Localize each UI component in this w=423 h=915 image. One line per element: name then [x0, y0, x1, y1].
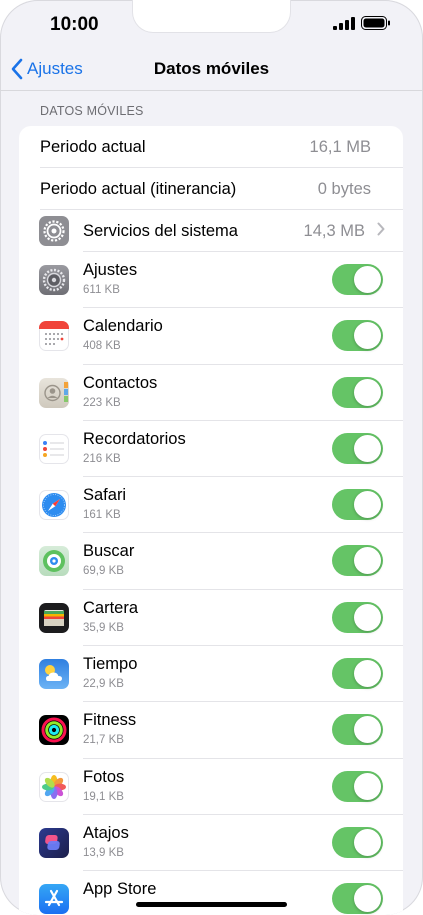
app-row-fitness: Fitness 21,7 KB: [19, 702, 403, 759]
app-name: Ajustes: [83, 261, 138, 279]
cellular-toggle-fotos[interactable]: [332, 770, 383, 802]
app-row-safari: Safari 161 KB: [19, 477, 403, 534]
app-name: Contactos: [83, 373, 158, 392]
roaming-period-row: Periodo actual (itinerancia) 0 bytes: [19, 168, 403, 210]
current-period-row: Periodo actual 16,1 MB: [19, 126, 403, 168]
app-data-size: 216 KB: [83, 452, 121, 465]
calendar-icon: [39, 321, 69, 352]
weather-icon: [39, 659, 69, 690]
safari-icon: [39, 490, 69, 521]
app-name: Tiempo: [83, 655, 138, 674]
system-services-value: 14,3 MB: [303, 222, 365, 240]
toggle-knob: [354, 716, 381, 744]
app-data-size: 408 KB: [83, 340, 121, 353]
roaming-period-label: Periodo actual (itinerancia): [40, 180, 237, 198]
toggle-knob: [354, 603, 381, 631]
chevron-right-icon: [377, 222, 385, 236]
app-name: Safari: [83, 486, 127, 505]
app-data-size: 611 KB: [83, 284, 120, 296]
app-row-app-store: App Store: [19, 871, 403, 915]
reminders-icon: [39, 433, 69, 464]
roaming-period-value: 0 bytes: [317, 180, 371, 198]
notch: [133, 0, 290, 32]
system-services-row[interactable]: Servicios del sistema 14,3 MB: [19, 210, 403, 252]
battery-icon: [361, 16, 391, 30]
app-data-size: 22,9 KB: [83, 678, 124, 691]
toggle-knob: [354, 547, 381, 575]
contacts-icon: [39, 377, 69, 408]
toggle-knob: [354, 828, 381, 856]
cellular-toggle-ajustes[interactable]: [332, 264, 383, 295]
app-row-cartera: Cartera 35,9 KB: [19, 590, 403, 647]
section-header: DATOS MÓVILES: [40, 104, 144, 118]
photos-icon: [39, 771, 69, 802]
system-services-label: Servicios del sistema: [83, 222, 238, 240]
shortcuts-icon: [39, 827, 69, 858]
home-indicator[interactable]: [136, 902, 287, 907]
settings-icon: [39, 265, 69, 295]
toggle-knob: [354, 772, 381, 800]
app-name: Atajos: [83, 823, 129, 842]
toggle-knob: [354, 378, 381, 406]
find-my-icon: [39, 546, 69, 577]
cellular-toggle-safari[interactable]: [332, 489, 383, 521]
app-row-recordatorios: Recordatorios 216 KB: [19, 421, 403, 478]
status-bar: 10:00: [0, 0, 423, 50]
app-data-size: 223 KB: [83, 396, 121, 409]
app-name: App Store: [83, 880, 157, 899]
app-row-calendario: Calendario 408 KB: [19, 308, 403, 365]
toggle-knob: [354, 266, 381, 293]
wallet-icon: [39, 602, 69, 633]
cellular-toggle-tiempo[interactable]: [332, 658, 383, 690]
app-name: Cartera: [83, 598, 139, 617]
toggle-knob: [354, 434, 381, 462]
cellular-toggle-recordatorios[interactable]: [332, 432, 383, 464]
cellular-toggle-calendario[interactable]: [332, 320, 383, 352]
cellular-toggle-app-store[interactable]: [332, 883, 383, 915]
status-icons: [333, 16, 391, 30]
app-data-size: 21,7 KB: [83, 734, 124, 747]
app-data-size: 35,9 KB: [83, 621, 124, 634]
cellular-toggle-contactos[interactable]: [332, 376, 383, 408]
current-period-value: 16,1 MB: [309, 138, 371, 156]
app-name: Buscar: [83, 542, 135, 561]
toggle-knob: [354, 322, 381, 350]
app-row-buscar: Buscar 69,9 KB: [19, 533, 403, 590]
app-row-fotos: Fotos 19,1 KB: [19, 759, 403, 815]
cellular-toggle-atajos[interactable]: [332, 826, 383, 858]
navigation-bar: Ajustes Datos móviles: [0, 48, 423, 91]
cellular-toggle-cartera[interactable]: [332, 601, 383, 633]
status-time: 10:00: [50, 14, 99, 35]
toggle-knob: [354, 491, 381, 519]
app-name: Fotos: [83, 767, 125, 786]
toggle-knob: [354, 660, 381, 688]
app-data-size: 13,9 KB: [83, 846, 124, 859]
cellular-data-list: Periodo actual 16,1 MB Periodo actual (i…: [19, 126, 403, 915]
current-period-label: Periodo actual: [40, 138, 146, 156]
cellular-toggle-fitness[interactable]: [332, 714, 383, 746]
app-data-size: 161 KB: [83, 509, 121, 522]
signal-icon: [333, 16, 355, 30]
cellular-toggle-buscar[interactable]: [332, 545, 383, 577]
fitness-icon: [39, 715, 69, 746]
app-name: Calendario: [83, 317, 163, 336]
app-data-size: 19,1 KB: [83, 790, 124, 803]
app-row-tiempo: Tiempo 22,9 KB: [19, 646, 403, 703]
toggle-knob: [354, 885, 381, 913]
page-title: Datos móviles: [153, 59, 270, 78]
app-row-atajos: Atajos 13,9 KB: [19, 815, 403, 872]
app-row-contactos: Contactos 223 KB: [19, 365, 403, 421]
app-data-size: 69,9 KB: [83, 565, 124, 578]
app-store-icon: [39, 884, 69, 915]
app-row-ajustes: Ajustes 611 KB: [19, 252, 403, 309]
gear-icon: [39, 216, 69, 246]
app-name: Recordatorios: [83, 429, 186, 448]
phone-screen: 10:00 Ajustes Datos móviles DATOS MÓVILE…: [0, 0, 423, 915]
app-name: Fitness: [83, 711, 137, 730]
